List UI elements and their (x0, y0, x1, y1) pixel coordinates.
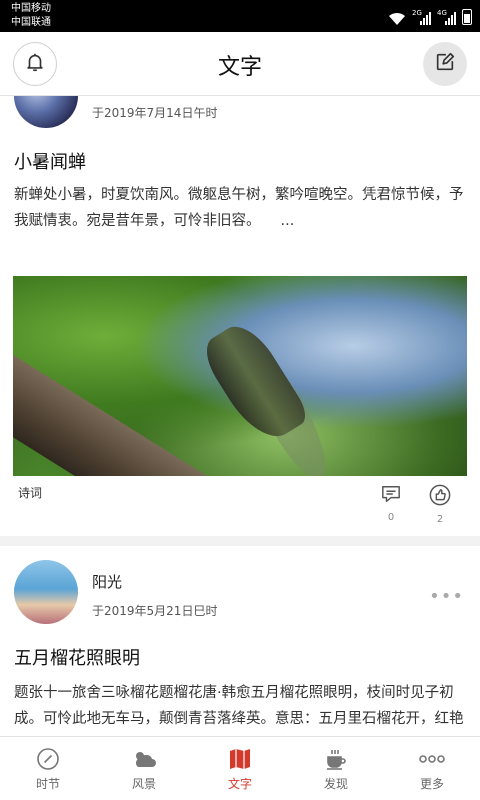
edit-icon (434, 51, 456, 77)
comment-icon (380, 486, 402, 508)
like-button[interactable]: 2 (425, 484, 455, 525)
post-body[interactable]: 新蝉处小暑，时夏饮南风。微躯息午树，繁吟喧晚空。凭君惊节候，予我赋情衷。宛是昔年… (14, 182, 466, 234)
post-date: 于2019年5月21日巳时 (92, 604, 218, 618)
tab-discover[interactable]: 发现 (288, 737, 384, 800)
wifi-icon (388, 11, 406, 25)
feed-list[interactable]: 于2019年7月14日午时 ••• 小暑闻蝉 新蝉处小暑，时夏饮南风。微躯息午树… (0, 96, 480, 736)
tab-label: 发现 (323, 777, 348, 791)
compose-button[interactable] (423, 42, 467, 86)
tab-season[interactable]: 时节 (0, 737, 96, 800)
post-title[interactable]: 小暑闻蝉 (14, 148, 86, 174)
post-author[interactable]: 阳光 (92, 571, 122, 592)
post-body-text: 新蝉处小暑，时夏饮南风。微躯息午树，繁吟喧晚空。凭君惊节候，予我赋情衷。宛是昔年… (14, 187, 464, 229)
more-options-icon[interactable]: ••• (429, 96, 464, 101)
tab-text[interactable]: 文字 (192, 737, 288, 800)
compass-icon (35, 747, 61, 771)
post-title[interactable]: 五月榴花照眼明 (14, 644, 140, 670)
signal-2-icon: 4G (437, 9, 456, 25)
post-card[interactable]: 阳光 于2019年5月21日巳时 ••• 五月榴花照眼明 题张十一旅舍三咏榴花题… (0, 536, 480, 736)
comment-count: 0 (387, 512, 395, 523)
carrier-2-label: 中国联通 (11, 17, 51, 28)
tab-more[interactable]: 更多 (384, 737, 480, 800)
post-body-ellipsis: ... (280, 213, 295, 229)
signal-1-icon: 2G (412, 9, 431, 25)
tab-label: 时节 (35, 777, 60, 791)
tab-label: 风景 (131, 777, 156, 791)
post-card[interactable]: 于2019年7月14日午时 ••• 小暑闻蝉 新蝉处小暑，时夏饮南风。微躯息午树… (0, 96, 480, 536)
like-count: 2 (436, 514, 444, 525)
coffee-icon (323, 747, 349, 771)
more-icon (419, 747, 445, 771)
carrier-1-label: 中国移动 (11, 3, 51, 14)
bottom-tab-bar: 时节 风景 文字 发现 更多 (0, 736, 480, 800)
status-bar: 中国移动 中国联通 2G 4G (0, 0, 480, 32)
tab-scenery[interactable]: 风景 (96, 737, 192, 800)
battery-icon (462, 9, 472, 25)
avatar[interactable] (14, 560, 78, 624)
post-tag[interactable]: 诗词 (18, 484, 42, 501)
map-icon (227, 747, 253, 771)
thumbs-up-icon (429, 484, 451, 510)
network-2-label: 4G (437, 9, 447, 17)
post-image[interactable] (13, 276, 467, 476)
tab-label: 文字 (227, 777, 252, 791)
avatar[interactable] (14, 96, 78, 128)
post-date: 于2019年7月14日午时 (92, 106, 218, 120)
network-1-label: 2G (412, 9, 422, 17)
post-body[interactable]: 题张十一旅舍三咏榴花题榴花唐·韩愈五月榴花照眼明，枝间时见子初成。可怜此地无车马… (14, 680, 466, 736)
page-title: 文字 (217, 55, 262, 80)
top-nav-bar: 文字 (0, 32, 480, 96)
status-icons: 2G 4G (388, 7, 472, 25)
weather-icon (131, 747, 157, 771)
more-options-icon[interactable]: ••• (429, 586, 464, 607)
tab-label: 更多 (419, 777, 444, 791)
comment-button[interactable]: 0 (376, 484, 406, 523)
